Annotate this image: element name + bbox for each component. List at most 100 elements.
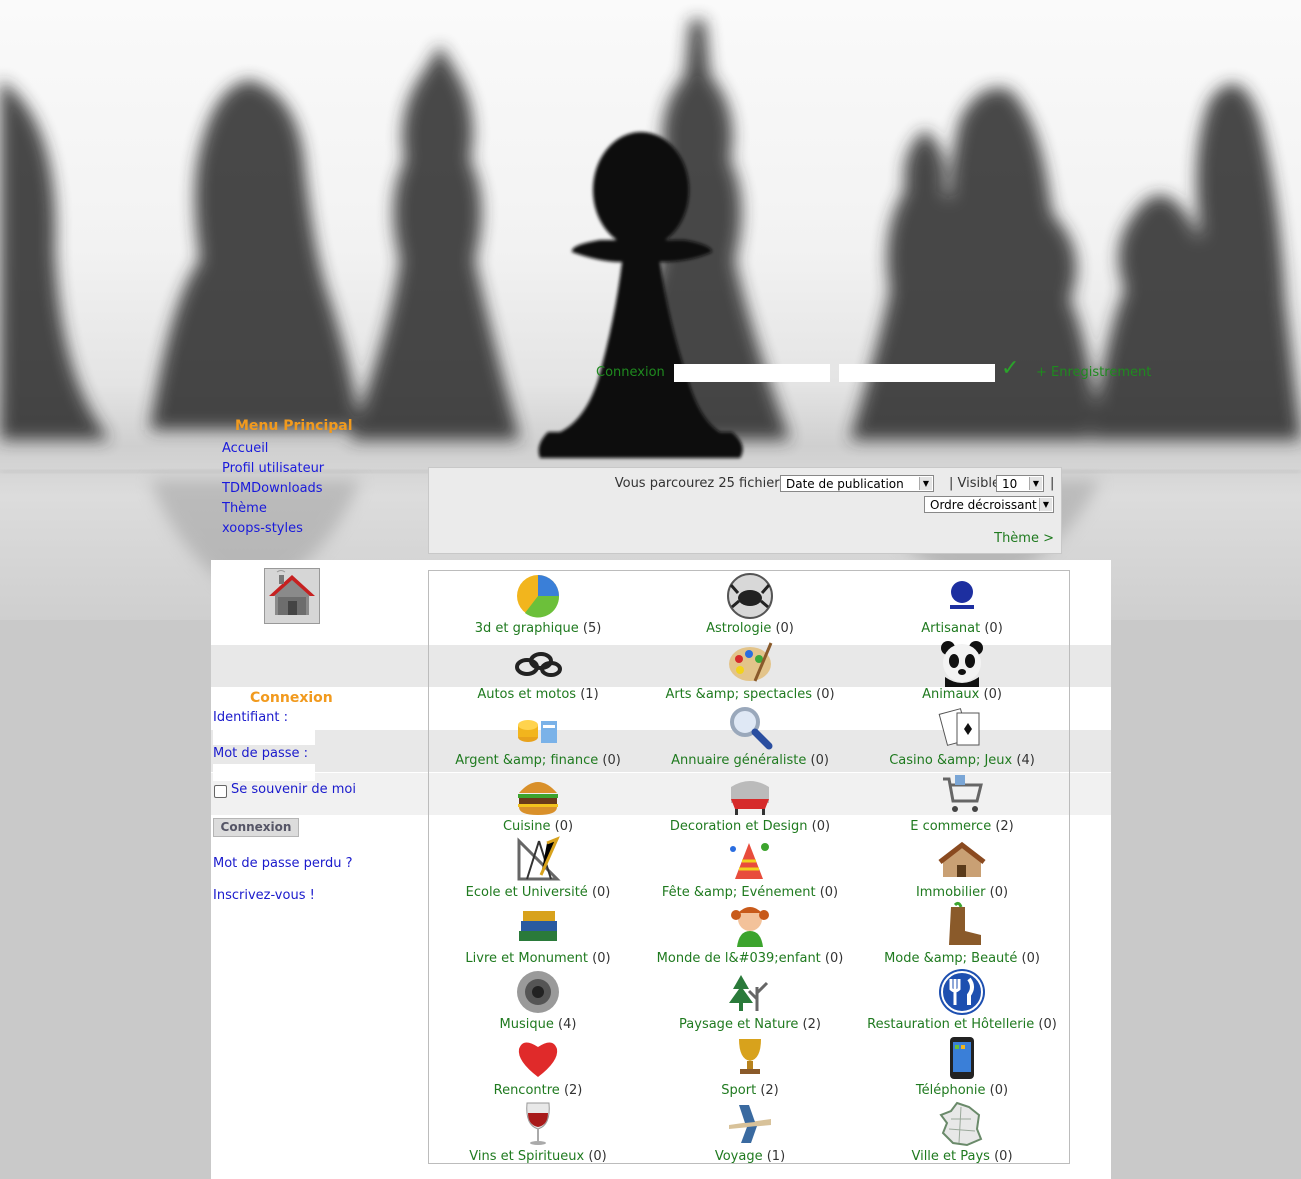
smartphone-icon[interactable] xyxy=(937,1033,987,1083)
category-item[interactable]: Voyage (1) xyxy=(644,1099,856,1164)
category-item[interactable]: Musique (4) xyxy=(432,967,644,1032)
house-icon[interactable] xyxy=(937,835,987,885)
chain-icon[interactable] xyxy=(513,637,563,687)
category-name-link[interactable]: Sport xyxy=(721,1083,756,1098)
category-name-link[interactable]: Artisanat xyxy=(921,621,980,636)
playing-cards-icon[interactable] xyxy=(937,703,987,753)
category-item[interactable]: Argent &amp; finance (0) xyxy=(432,703,644,768)
category-name-link[interactable]: Animaux xyxy=(922,687,979,702)
category-item[interactable]: 3d et graphique (5) xyxy=(432,571,644,636)
category-name-link[interactable]: 3d et graphique xyxy=(475,621,579,636)
category-name-link[interactable]: Monde de l&#039;enfant xyxy=(657,951,821,966)
coins-icon[interactable] xyxy=(513,703,563,753)
palette-icon[interactable] xyxy=(725,637,775,687)
category-name-link[interactable]: Vins et Spiritueux xyxy=(469,1149,584,1164)
panda-icon[interactable] xyxy=(937,637,987,687)
category-name-link[interactable]: Fête &amp; Evénement xyxy=(662,885,816,900)
category-name-link[interactable]: Livre et Monument xyxy=(465,951,588,966)
theme-link[interactable]: Thème > xyxy=(994,531,1054,546)
category-item[interactable]: Monde de l&#039;enfant (0) xyxy=(644,901,856,966)
category-item[interactable]: Astrologie (0) xyxy=(644,571,856,636)
books-icon[interactable] xyxy=(513,901,563,951)
magnifier-icon[interactable] xyxy=(725,703,775,753)
speaker-icon[interactable] xyxy=(513,967,563,1017)
category-name-link[interactable]: Musique xyxy=(500,1017,554,1032)
category-item[interactable]: Artisanat (0) xyxy=(856,571,1068,636)
boot-icon[interactable] xyxy=(937,901,987,951)
menu-item-accueil[interactable]: Accueil xyxy=(222,441,268,456)
menu-item-tdmdownloads[interactable]: TDMDownloads xyxy=(222,481,323,496)
category-name-link[interactable]: Paysage et Nature xyxy=(679,1017,798,1032)
menu-item-profil[interactable]: Profil utilisateur xyxy=(222,461,324,476)
airplane-icon[interactable] xyxy=(725,1099,775,1149)
category-item[interactable]: Animaux (0) xyxy=(856,637,1068,702)
category-item[interactable]: Vins et Spiritueux (0) xyxy=(432,1099,644,1164)
category-name-link[interactable]: Rencontre xyxy=(494,1083,560,1098)
category-name-link[interactable]: Argent &amp; finance xyxy=(455,753,598,768)
category-item[interactable]: Livre et Monument (0) xyxy=(432,901,644,966)
artisan-logo-icon[interactable] xyxy=(937,571,987,621)
menu-item-theme[interactable]: Thème xyxy=(222,501,267,516)
order-select[interactable]: Ordre décroissant ▼ xyxy=(924,496,1054,513)
trophy-icon[interactable] xyxy=(725,1033,775,1083)
category-item[interactable]: Fête &amp; Evénement (0) xyxy=(644,835,856,900)
category-item[interactable]: Casino &amp; Jeux (4) xyxy=(856,703,1068,768)
remember-me-checkbox[interactable] xyxy=(214,785,227,798)
shopping-cart-icon[interactable] xyxy=(937,769,987,819)
trees-icon[interactable] xyxy=(725,967,775,1017)
login-button[interactable]: Connexion xyxy=(213,818,299,837)
menu-item-xoops-styles[interactable]: xoops-styles xyxy=(222,521,303,536)
lost-password-link[interactable]: Mot de passe perdu ? xyxy=(213,856,353,871)
home-button[interactable] xyxy=(264,568,320,624)
category-name-link[interactable]: Astrologie xyxy=(706,621,771,636)
child-icon[interactable] xyxy=(725,901,775,951)
password-input[interactable] xyxy=(213,764,315,781)
category-item[interactable]: Decoration et Design (0) xyxy=(644,769,856,834)
category-name-link[interactable]: Autos et motos xyxy=(477,687,576,702)
visible-count-select[interactable]: 10 ▼ xyxy=(996,475,1044,492)
pie-chart-icon[interactable] xyxy=(513,571,563,621)
category-item[interactable]: Autos et motos (1) xyxy=(432,637,644,702)
signup-link[interactable]: Inscrivez-vous ! xyxy=(213,888,315,903)
checkmark-icon[interactable]: ✓ xyxy=(1001,356,1019,381)
design-chair-icon[interactable] xyxy=(725,769,775,819)
category-item[interactable]: E commerce (2) xyxy=(856,769,1068,834)
top-username-input[interactable] xyxy=(674,364,830,382)
drafting-tools-icon[interactable] xyxy=(513,835,563,885)
category-item[interactable]: Ecole et Université (0) xyxy=(432,835,644,900)
sort-by-select[interactable]: Date de publication ▼ xyxy=(780,475,934,492)
category-item[interactable]: Arts &amp; spectacles (0) xyxy=(644,637,856,702)
category-name-link[interactable]: Annuaire généraliste xyxy=(671,753,806,768)
category-name-link[interactable]: E commerce xyxy=(910,819,991,834)
category-name-link[interactable]: Voyage xyxy=(715,1149,763,1164)
category-name-link[interactable]: Ville et Pays xyxy=(911,1149,990,1164)
category-name-link[interactable]: Restauration et Hôtellerie xyxy=(867,1017,1034,1032)
category-item[interactable]: Cuisine (0) xyxy=(432,769,644,834)
fork-knife-icon[interactable] xyxy=(937,967,987,1017)
category-name-link[interactable]: Immobilier xyxy=(916,885,986,900)
heart-icon[interactable] xyxy=(513,1033,563,1083)
category-name-link[interactable]: Ecole et Université xyxy=(466,885,588,900)
wine-glass-icon[interactable] xyxy=(513,1099,563,1149)
category-item[interactable]: Mode &amp; Beauté (0) xyxy=(856,901,1068,966)
category-item[interactable]: Paysage et Nature (2) xyxy=(644,967,856,1032)
category-item[interactable]: Immobilier (0) xyxy=(856,835,1068,900)
category-name-link[interactable]: Mode &amp; Beauté xyxy=(884,951,1017,966)
crab-zodiac-icon[interactable] xyxy=(725,571,775,621)
category-item[interactable]: Sport (2) xyxy=(644,1033,856,1098)
username-input[interactable] xyxy=(213,728,315,745)
category-item[interactable]: Téléphonie (0) xyxy=(856,1033,1068,1098)
category-item[interactable]: Annuaire généraliste (0) xyxy=(644,703,856,768)
france-map-icon[interactable] xyxy=(937,1099,987,1149)
burger-icon[interactable] xyxy=(513,769,563,819)
register-link[interactable]: + Enregistrement xyxy=(1036,365,1151,380)
category-name-link[interactable]: Decoration et Design xyxy=(670,819,808,834)
category-name-link[interactable]: Téléphonie xyxy=(916,1083,986,1098)
category-name-link[interactable]: Arts &amp; spectacles xyxy=(665,687,812,702)
category-name-link[interactable]: Cuisine xyxy=(503,819,551,834)
category-name-link[interactable]: Casino &amp; Jeux xyxy=(889,753,1012,768)
top-password-input[interactable] xyxy=(839,364,995,382)
category-item[interactable]: Ville et Pays (0) xyxy=(856,1099,1068,1164)
category-item[interactable]: Rencontre (2) xyxy=(432,1033,644,1098)
party-icon[interactable] xyxy=(725,835,775,885)
